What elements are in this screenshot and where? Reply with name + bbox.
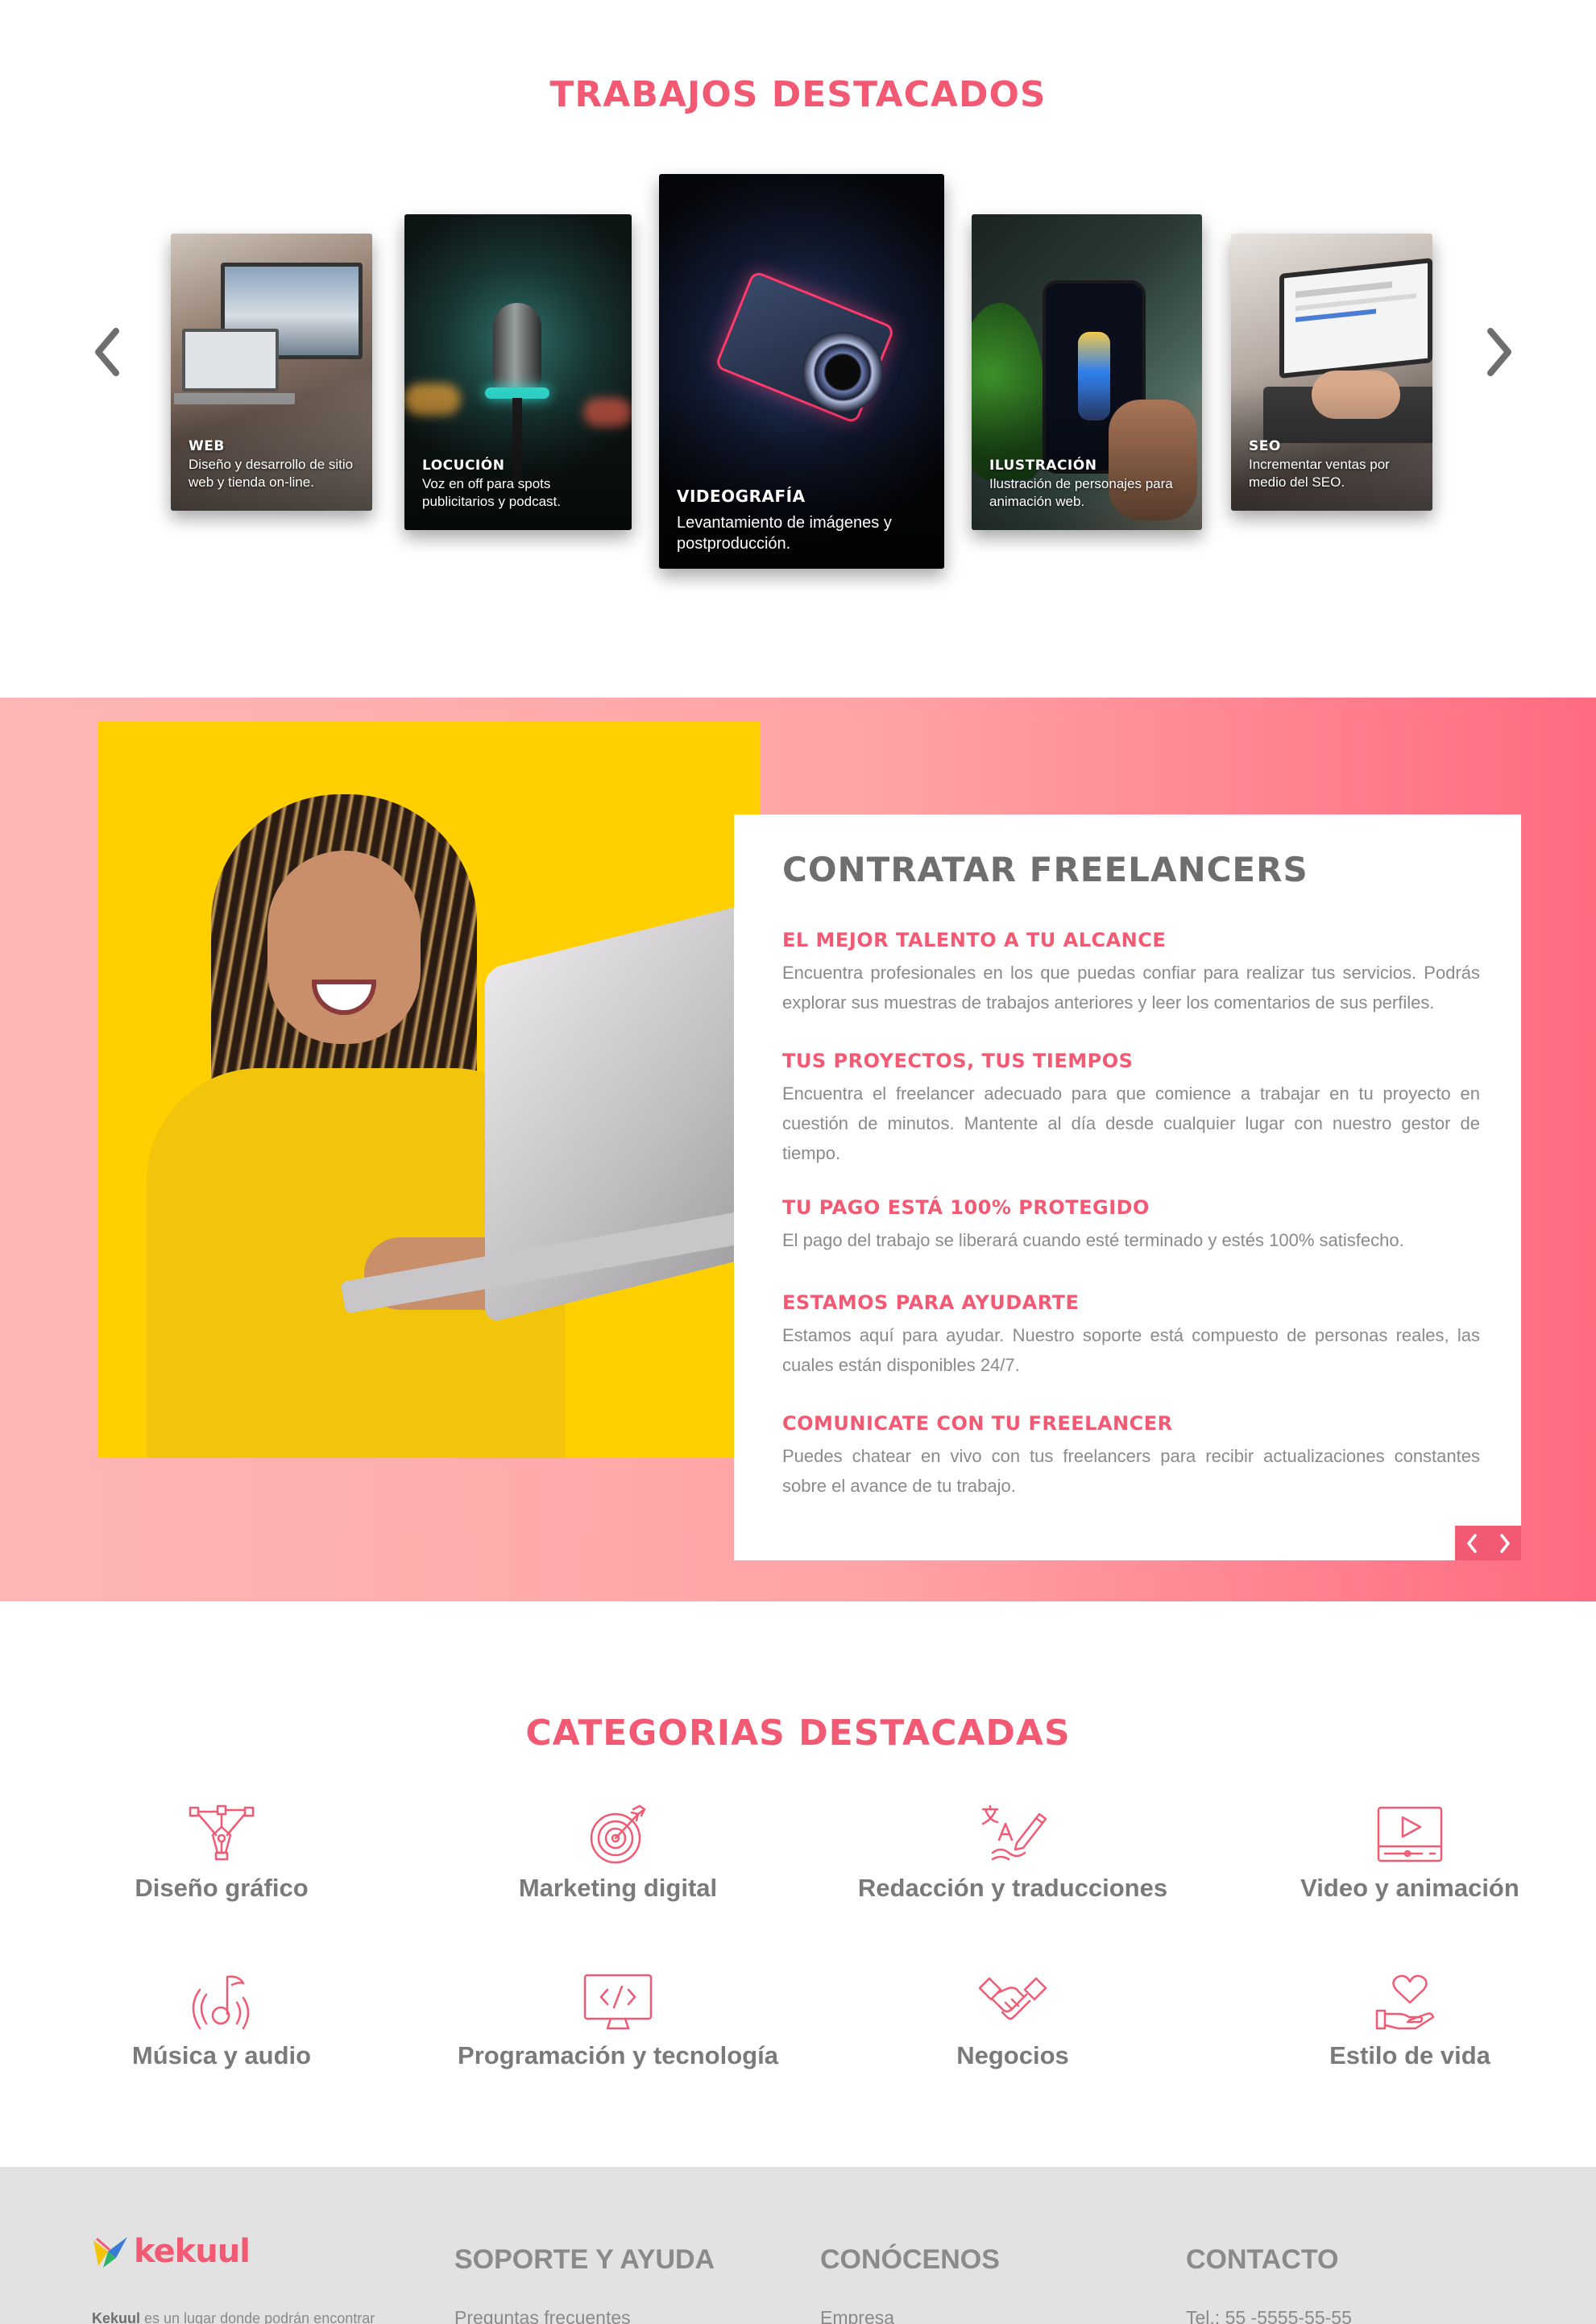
- footer-about-text: Kekuul es un lugar donde podrán encontra…: [92, 2310, 375, 2324]
- card-caption: SEO Incrementar ventas por medio del SEO…: [1249, 438, 1421, 491]
- code-monitor-icon: [583, 1974, 653, 2030]
- card-description: Levantamiento de imágenes y postproducci…: [677, 514, 892, 553]
- work-card-videografia[interactable]: VIDEOGRAFÍA Levantamiento de imágenes y …: [659, 174, 944, 569]
- translate-pencil-icon: [981, 1804, 1047, 1861]
- featured-categories-title: CATEGORIAS DESTACADAS: [525, 1713, 1071, 1754]
- footer: kekuul Kekuul es un lugar donde podrán e…: [0, 2167, 1596, 2324]
- carousel-next-button[interactable]: [1474, 322, 1523, 382]
- work-card-seo[interactable]: SEO Incrementar ventas por medio del SEO…: [1231, 234, 1432, 511]
- card-caption: LOCUCIÓN Voz en off para spots publicita…: [422, 458, 620, 511]
- footer-link-empresa[interactable]: Empresa: [820, 2307, 894, 2324]
- footer-link-preguntas[interactable]: Preguntas frecuentes: [454, 2307, 631, 2324]
- feature-heading: COMUNICATE CON TU FREELANCER: [782, 1412, 1173, 1435]
- feature-heading: TUS PROYECTOS, TUS TIEMPOS: [782, 1050, 1134, 1072]
- logo-text: kekuul: [134, 2233, 251, 2270]
- footer-heading-conocenos: CONÓCENOS: [820, 2244, 1000, 2275]
- category-redaccion-traducciones[interactable]: Redacción y traducciones: [819, 1803, 1206, 1903]
- category-label: Negocios: [956, 2041, 1069, 2069]
- feature-text: Encuentra el freelancer adecuado para qu…: [782, 1083, 1480, 1163]
- category-marketing-digital[interactable]: Marketing digital: [425, 1803, 811, 1903]
- featured-works-title: TRABAJOS DESTACADOS: [549, 74, 1047, 115]
- footer-phone[interactable]: Tel.: 55 -5555-55-55: [1186, 2307, 1352, 2324]
- card-caption: ILUSTRACIÓN Ilustración de personajes pa…: [989, 458, 1191, 511]
- handshake-icon: [978, 1977, 1047, 2020]
- category-video-animacion[interactable]: Video y animación: [1217, 1803, 1596, 1903]
- chevron-left-icon: [95, 328, 119, 376]
- hire-title: CONTRATAR FREELANCERS: [782, 850, 1308, 889]
- hire-info-box: CONTRATAR FREELANCERS EL MEJOR TALENTO A…: [734, 814, 1521, 1560]
- category-label: Video y animación: [1300, 1874, 1519, 1902]
- woman-with-laptop-photo: [98, 722, 761, 1458]
- hire-next-button[interactable]: [1488, 1526, 1521, 1560]
- microphone-image: [493, 303, 541, 400]
- category-negocios[interactable]: Negocios: [819, 1970, 1206, 2070]
- card-title: VIDEOGRAFÍA: [677, 487, 806, 506]
- card-title: WEB: [189, 438, 225, 454]
- category-programacion-tecnologia[interactable]: Programación y tecnología: [425, 1970, 811, 2070]
- work-card-web[interactable]: WEB Diseño y desarrollo de sitio web y t…: [171, 234, 372, 511]
- card-title: LOCUCIÓN: [422, 458, 505, 474]
- category-label: Redacción y traducciones: [857, 1874, 1168, 1902]
- card-description: Diseño y desarrollo de sitio web y tiend…: [189, 457, 354, 490]
- about-text: es un lugar donde podrán encontrar: [140, 2310, 375, 2324]
- feature-text: Estamos aquí para ayudar. Nuestro soport…: [782, 1325, 1480, 1375]
- footer-heading-contacto: CONTACTO: [1186, 2244, 1339, 2275]
- feature-text: Puedes chatear en vivo con tus freelance…: [782, 1446, 1480, 1496]
- target-icon: [590, 1804, 646, 1864]
- laptop-image: [182, 329, 279, 391]
- heart-hand-icon: [1375, 1974, 1435, 2030]
- category-musica-audio[interactable]: Música y audio: [28, 1970, 415, 2070]
- hummingbird-icon: [93, 2237, 127, 2268]
- category-label: Programación y tecnología: [458, 2041, 778, 2069]
- card-title: ILUSTRACIÓN: [989, 458, 1097, 474]
- chevron-right-icon: [1499, 1533, 1510, 1553]
- work-card-ilustracion[interactable]: ILUSTRACIÓN Ilustración de personajes pa…: [972, 214, 1202, 530]
- feature-heading: EL MEJOR TALENTO A TU ALCANCE: [782, 929, 1167, 951]
- pen-tool-icon: [189, 1804, 255, 1861]
- card-title: SEO: [1249, 438, 1281, 454]
- hire-prev-button[interactable]: [1455, 1526, 1488, 1560]
- page: TRABAJOS DESTACADOS WEB Diseño y desarro…: [0, 0, 1596, 2324]
- category-diseno-grafico[interactable]: Diseño gráfico: [28, 1803, 415, 1903]
- category-label: Marketing digital: [518, 1874, 718, 1902]
- hire-slider-nav: [1455, 1526, 1521, 1560]
- category-estilo-de-vida[interactable]: Estilo de vida: [1217, 1970, 1596, 2070]
- chevron-right-icon: [1487, 328, 1511, 376]
- laptop-screen-image: [1279, 258, 1432, 379]
- card-caption: WEB Diseño y desarrollo de sitio web y t…: [189, 438, 361, 491]
- kekuul-logo[interactable]: kekuul: [92, 2233, 251, 2270]
- video-player-icon: [1377, 1806, 1443, 1862]
- category-label: Diseño gráfico: [135, 1874, 309, 1902]
- feature-text: Encuentra profesionales en los que pueda…: [782, 963, 1480, 1013]
- card-caption: VIDEOGRAFÍA Levantamiento de imágenes y …: [677, 487, 933, 554]
- chevron-left-icon: [1466, 1533, 1477, 1553]
- card-description: Voz en off para spots publicitarios y po…: [422, 476, 561, 509]
- feature-heading: ESTAMOS PARA AYUDARTE: [782, 1291, 1080, 1314]
- category-label: Estilo de vida: [1329, 2041, 1490, 2069]
- carousel-prev-button[interactable]: [84, 322, 132, 382]
- feature-text: El pago del trabajo se liberará cuando e…: [782, 1230, 1404, 1250]
- work-card-locucion[interactable]: LOCUCIÓN Voz en off para spots publicita…: [404, 214, 632, 530]
- feature-heading: TU PAGO ESTÁ 100% PROTEGIDO: [782, 1196, 1150, 1219]
- category-label: Música y audio: [131, 2041, 312, 2069]
- card-description: Ilustración de personajes para animación…: [989, 476, 1173, 509]
- brand-name: Kekuul: [92, 2310, 141, 2324]
- footer-heading-soporte: SOPORTE Y AYUDA: [454, 2244, 715, 2275]
- music-note-icon: [192, 1975, 250, 2030]
- card-description: Incrementar ventas por medio del SEO.: [1249, 457, 1390, 490]
